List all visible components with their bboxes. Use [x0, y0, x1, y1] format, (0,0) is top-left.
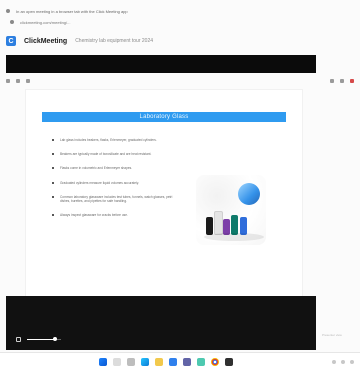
flask-icon [238, 183, 260, 205]
volume-slider-knob[interactable] [53, 336, 57, 341]
teams-icon[interactable] [183, 357, 191, 366]
url-text[interactable]: clickmeeting.com/meeting/... [20, 20, 70, 25]
search-icon[interactable] [113, 357, 121, 366]
task-view-icon[interactable] [127, 357, 135, 366]
video-controls [16, 336, 96, 342]
bullet-item: Graduated cylinders measure liquid volum… [52, 181, 182, 185]
edge-icon[interactable] [141, 357, 149, 366]
bullet-item: Beakers are typically made of borosilica… [52, 152, 182, 156]
record-icon[interactable] [350, 79, 354, 83]
photos-icon[interactable] [197, 357, 205, 366]
file-explorer-icon[interactable] [155, 357, 163, 366]
bottle-icon [214, 211, 223, 235]
slide-title: Laboratory Glass [42, 112, 286, 122]
presentation-slide: Laboratory Glass Lab glass includes beak… [26, 90, 302, 296]
bullet-item: Lab glass includes beakers, flasks, Erle… [52, 138, 182, 142]
slide-bullets: Lab glass includes beakers, flasks, Erle… [52, 138, 182, 227]
chrome-icon[interactable] [211, 357, 219, 366]
lab-illustration [196, 175, 266, 245]
top-line-text: In an open meeting in a browser tab with… [16, 8, 128, 14]
toolbar-icon[interactable] [330, 79, 334, 83]
toolbar-icon[interactable] [340, 79, 344, 83]
app-window: In an open meeting in a browser tab with… [0, 0, 360, 370]
bullet-item: Always inspect glassware for cracks befo… [52, 213, 182, 217]
browser-sub-line: clickmeeting.com/meeting/... [10, 18, 350, 26]
clickmeeting-logo-icon[interactable]: C [6, 36, 16, 46]
volume-slider-fill [27, 338, 55, 340]
meeting-title: Chemistry lab equipment tour 2024 [75, 38, 154, 44]
browser-top-line: In an open meeting in a browser tab with… [6, 6, 354, 16]
lock-icon [10, 20, 14, 24]
battery-icon[interactable] [350, 359, 354, 364]
wifi-icon[interactable] [332, 359, 336, 364]
slide-toolbar [6, 77, 354, 85]
taskbar [0, 352, 360, 370]
speaker-icon[interactable] [341, 359, 345, 364]
status-dot-icon [6, 9, 10, 13]
toolbar-icon[interactable] [16, 79, 20, 83]
volume-slider[interactable] [27, 336, 61, 341]
side-note: Presenter view [322, 333, 342, 337]
mail-icon[interactable] [169, 357, 177, 366]
clickmeeting-brand[interactable]: ClickMeeting [24, 38, 67, 45]
toolbar-icon[interactable] [6, 79, 10, 83]
terminal-icon[interactable] [225, 357, 233, 366]
redaction-bar [6, 55, 316, 73]
volume-icon[interactable] [16, 336, 21, 342]
bottle-icon [206, 217, 213, 235]
video-area [6, 296, 316, 350]
system-tray [332, 359, 354, 364]
bullet-item: Flasks come in volumetric and Erlenmeyer… [52, 166, 182, 170]
windows-start-icon[interactable] [99, 357, 107, 366]
clickmeeting-header: C ClickMeeting Chemistry lab equipment t… [6, 34, 354, 48]
shadow [204, 233, 264, 241]
bottle-icon [231, 215, 238, 235]
toolbar-icon[interactable] [26, 79, 30, 83]
bullet-item: Common laboratory glassware includes tes… [52, 195, 182, 203]
